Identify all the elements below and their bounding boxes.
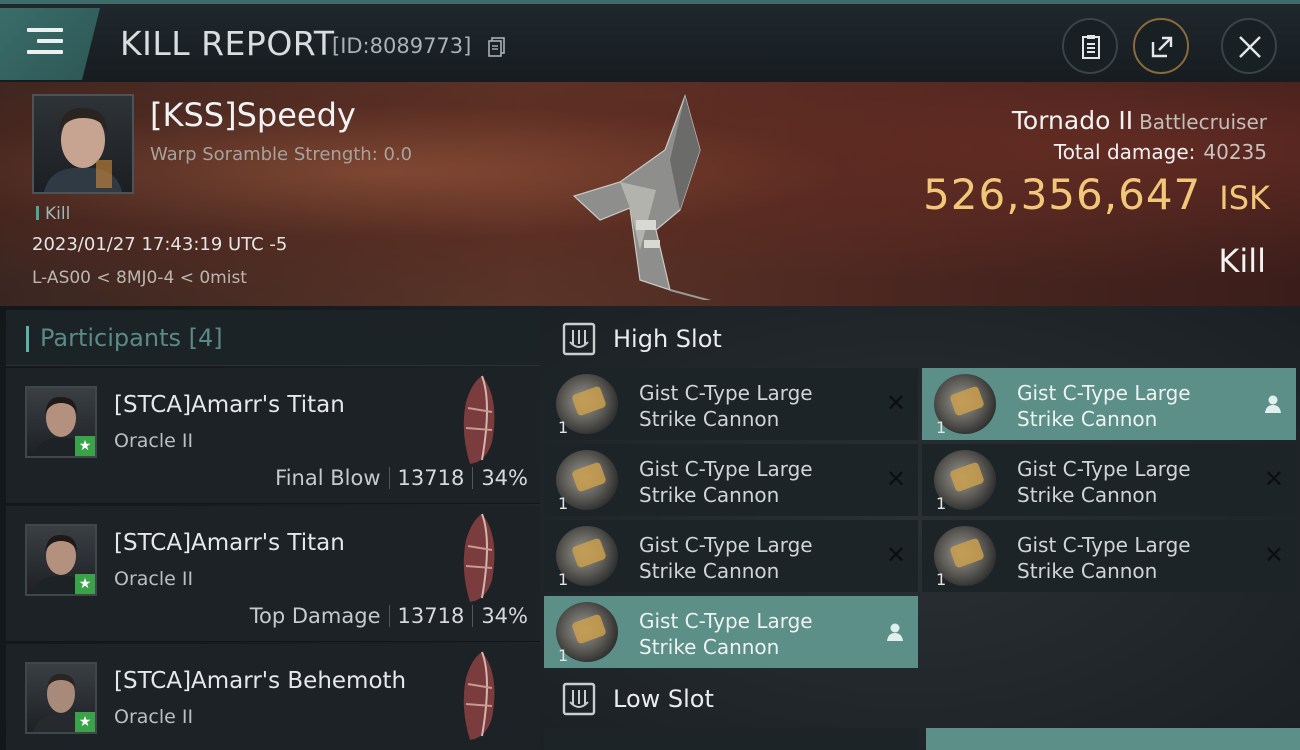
person-icon: [1265, 395, 1281, 413]
warp-scramble-strength: Warp Soramble Strength: 0.0: [150, 144, 413, 165]
total-damage-label: Total damage:: [1053, 140, 1196, 164]
module-name: Gist C-Type Large Strike Cannon: [1017, 533, 1191, 583]
participant-row[interactable]: ★ [STCA]Amarr's Behemoth Oracle II: [6, 644, 540, 750]
low-slot-title: Low Slot: [613, 685, 714, 713]
victim-portrait[interactable]: [32, 94, 134, 194]
isk-value: 526,356,647: [923, 170, 1202, 219]
participant-portrait: ★: [25, 386, 97, 458]
report-id: [ID:8089773]: [332, 34, 472, 58]
low-slot-module[interactable]: [926, 728, 1300, 750]
participant-name: [STCA]Amarr's Titan: [114, 530, 345, 556]
high-slot-module[interactable]: 1 Gist C-Type Large Strike Cannon: [922, 368, 1296, 440]
high-slot-icon: [562, 322, 596, 356]
isk-value-row: 526,356,647 ISK: [923, 170, 1270, 219]
kill-datetime: 2023/01/27 17:43:19 UTC -5: [32, 234, 288, 255]
star-icon: ★: [75, 574, 95, 594]
clipboard-button[interactable]: [1062, 18, 1118, 74]
high-slot-title: High Slot: [613, 325, 722, 353]
participant-label: Top Damage: [249, 604, 381, 628]
top-bar: KILL REPORT [ID:8089773]: [0, 0, 1300, 82]
high-slot-module[interactable]: 1 Gist C-Type Large Strike Cannon: [544, 596, 918, 668]
close-icon: [1239, 36, 1261, 58]
low-slot-header: Low Slot: [544, 670, 1300, 728]
high-slot-module[interactable]: 1 Gist C-Type Large Strike Cannon ✕: [922, 444, 1296, 516]
destroyed-icon: ✕: [1263, 465, 1284, 493]
module-quantity: 1: [936, 418, 947, 437]
clipboard-icon: [1082, 35, 1100, 59]
module-name: Gist C-Type Large Strike Cannon: [639, 457, 813, 507]
participants-header: Participants [4]: [6, 310, 540, 366]
participant-ship-image: [463, 375, 495, 464]
participant-name: [STCA]Amarr's Titan: [114, 392, 345, 418]
participant-ship: Oracle II: [114, 568, 194, 590]
menu-icon: [27, 28, 63, 58]
victim-ship-class: Battlecruiser: [1139, 110, 1267, 134]
participant-stats: Final Blow 13718 34%: [275, 466, 528, 490]
fitting-panel: High Slot 1 Gist C-Type Large Strike Cann…: [544, 310, 1300, 750]
low-slot-icon: [562, 682, 596, 716]
destroyed-icon: ✕: [1263, 541, 1284, 569]
participant-row[interactable]: ★ [STCA]Amarr's Titan Oracle II Final Bl…: [6, 368, 540, 504]
participant-percent: 34%: [481, 466, 528, 490]
participant-portrait: ★: [25, 662, 97, 734]
victim-name[interactable]: [KSS]Speedy: [150, 96, 356, 134]
total-damage: Total damage: 40235: [1054, 140, 1267, 164]
participant-ship-image: [463, 513, 495, 602]
participant-label: Final Blow: [275, 466, 381, 490]
module-name: Gist C-Type Large Strike Cannon: [639, 609, 813, 659]
star-icon: ★: [75, 712, 95, 732]
kill-location[interactable]: L-AS00 < 8MJ0-4 < 0mist: [32, 268, 247, 288]
victim-ship-name: Tornado II: [1011, 106, 1134, 135]
total-damage-value: 40235: [1203, 140, 1267, 164]
participant-name: [STCA]Amarr's Behemoth: [114, 668, 407, 694]
kill-report-screen: KILL REPORT [ID:8089773] [KSS]Speedy War…: [0, 0, 1300, 750]
high-slot-module[interactable]: 1 Gist C-Type Large Strike Cannon ✕: [922, 520, 1296, 592]
participants-title: Participants [4]: [40, 324, 223, 352]
module-quantity: 1: [936, 570, 947, 589]
module-name: Gist C-Type Large Strike Cannon: [639, 533, 813, 583]
high-slot-module[interactable]: 1 Gist C-Type Large Strike Cannon ✕: [544, 520, 918, 592]
module-quantity: 1: [558, 570, 569, 589]
participant-damage: 13718: [397, 466, 465, 490]
module-quantity: 1: [558, 418, 569, 437]
participant-portrait: ★: [25, 524, 97, 596]
participant-damage: 13718: [397, 604, 465, 628]
star-icon: ★: [75, 436, 95, 456]
participant-ship-image: [463, 651, 495, 740]
participant-ship: Oracle II: [114, 430, 194, 452]
participant-row[interactable]: ★ [STCA]Amarr's Titan Oracle II Top Dama…: [6, 506, 540, 642]
page-title: KILL REPORT: [120, 24, 335, 63]
module-quantity: 1: [936, 494, 947, 513]
menu-button[interactable]: [0, 8, 100, 80]
share-button[interactable]: [1133, 18, 1189, 74]
destroyed-icon: ✕: [885, 389, 906, 417]
module-name: Gist C-Type Large Strike Cannon: [1017, 381, 1191, 431]
isk-unit: ISK: [1219, 179, 1270, 217]
high-slot-module[interactable]: 1 Gist C-Type Large Strike Cannon ✕: [544, 368, 918, 440]
module-quantity: 1: [558, 494, 569, 513]
destroyed-icon: ✕: [885, 465, 906, 493]
destroyed-icon: ✕: [885, 541, 906, 569]
person-icon: [887, 623, 903, 641]
high-slot-header: High Slot: [544, 310, 1300, 368]
result-label: Kill: [1218, 242, 1266, 280]
participant-stats: Top Damage 13718 34%: [250, 604, 528, 628]
participants-panel: Participants [4] ★ [STCA]Amarr's Titan O…: [6, 310, 540, 750]
module-quantity: 1: [558, 646, 569, 665]
victim-ship[interactable]: Tornado II Battlecruiser: [1012, 106, 1267, 135]
close-button[interactable]: [1221, 18, 1277, 74]
copy-icon[interactable]: [488, 37, 506, 57]
share-icon: [1151, 36, 1173, 58]
participants-count: [4]: [188, 324, 223, 352]
participant-percent: 34%: [481, 604, 528, 628]
high-slot-module[interactable]: 1 Gist C-Type Large Strike Cannon ✕: [544, 444, 918, 516]
victim-banner: [KSS]Speedy Warp Soramble Strength: 0.0 …: [0, 82, 1300, 306]
victim-ship-image: [572, 94, 712, 300]
kill-tag: Kill: [36, 204, 70, 224]
module-name: Gist C-Type Large Strike Cannon: [1017, 457, 1191, 507]
participant-ship: Oracle II: [114, 706, 194, 728]
low-slot-module[interactable]: [544, 728, 918, 750]
module-name: Gist C-Type Large Strike Cannon: [639, 381, 813, 431]
